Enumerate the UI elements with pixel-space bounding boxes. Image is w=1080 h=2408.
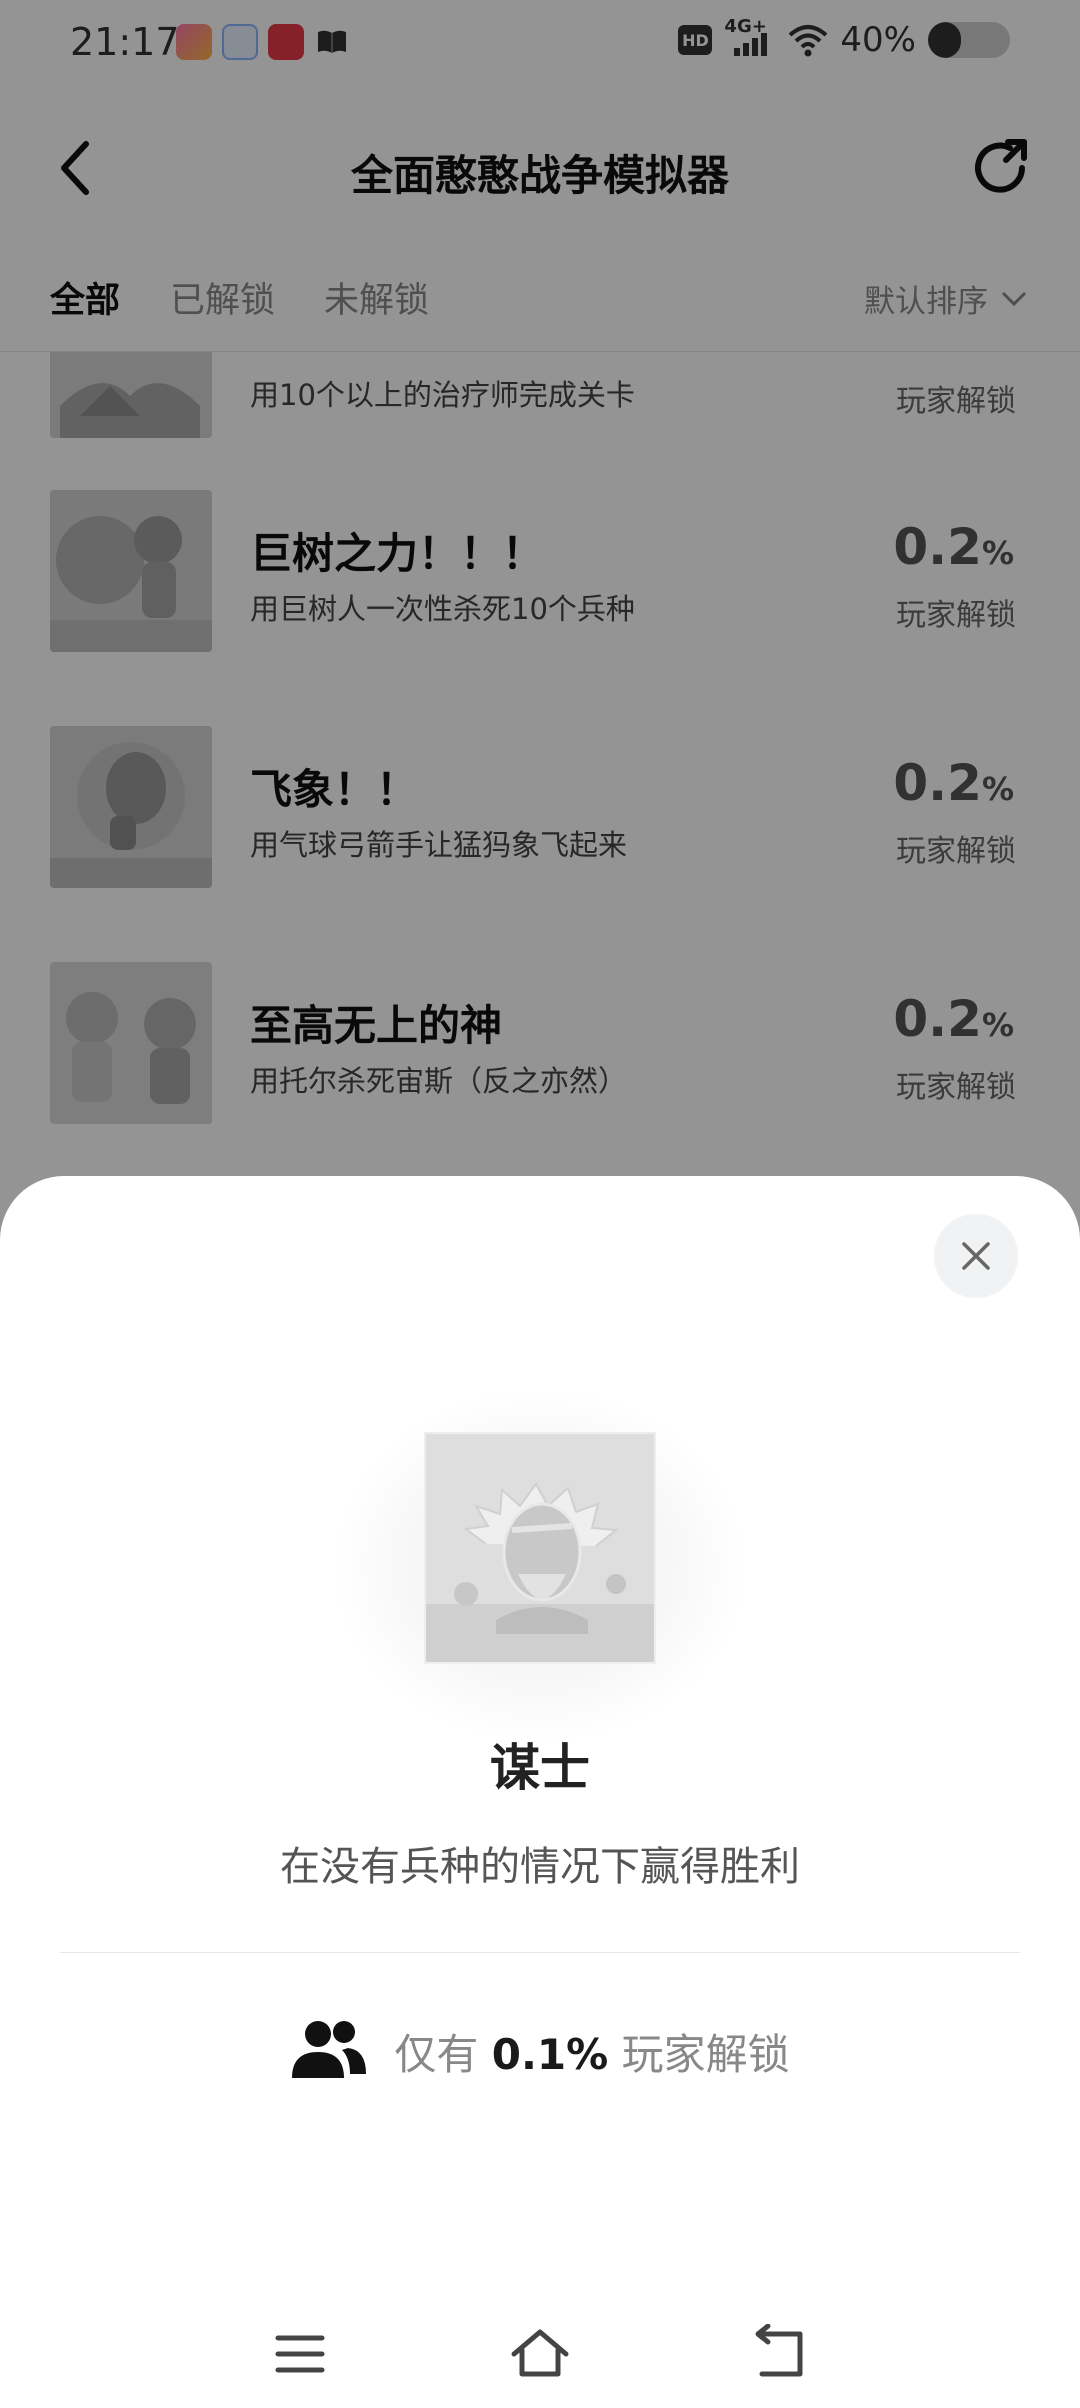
home-icon[interactable] — [510, 2324, 570, 2384]
system-nav-bar — [0, 2300, 1080, 2408]
divider — [60, 1952, 1020, 1953]
achievement-description: 在没有兵种的情况下赢得胜利 — [280, 1844, 800, 1890]
unlock-stat-value: 0.1% — [491, 2029, 609, 2079]
unlock-stat: 仅有 0.1% 玩家解锁 — [0, 2018, 1080, 2084]
back-nav-icon[interactable] — [750, 2324, 810, 2384]
unlock-stat-text: 仅有 0.1% 玩家解锁 — [394, 2029, 790, 2079]
close-button[interactable] — [934, 1214, 1018, 1298]
close-icon — [962, 1242, 990, 1270]
achievement-badge-image — [424, 1432, 656, 1664]
achievement-name: 谋士 — [490, 1739, 590, 1797]
users-icon — [292, 2021, 367, 2078]
achievement-detail-sheet: 谋士 在没有兵种的情况下赢得胜利 仅有 0.1% 玩家解锁 — [0, 1176, 1080, 2408]
menu-icon[interactable] — [270, 2324, 330, 2384]
